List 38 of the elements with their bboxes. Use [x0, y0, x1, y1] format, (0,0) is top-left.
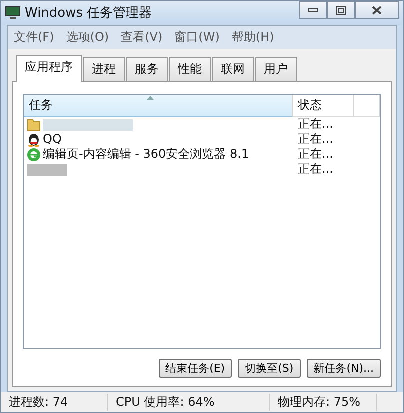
- header-filler: [354, 95, 380, 117]
- tab[interactable]: 服务: [126, 57, 168, 81]
- minimize-icon: [308, 7, 318, 13]
- sort-arrow-icon: [147, 96, 154, 100]
- menu-item[interactable]: 窗口(W): [174, 29, 220, 46]
- menu-item[interactable]: 帮助(H): [232, 29, 274, 46]
- close-button[interactable]: [355, 1, 399, 19]
- action-button[interactable]: 切换至(S): [238, 359, 301, 378]
- status-text: 进程数: 74: [1, 394, 108, 410]
- task-status: 正在...: [298, 132, 334, 147]
- blurred-block: [27, 164, 67, 176]
- status-text: CPU 使用率: 64%: [108, 394, 270, 410]
- monitor-icon: [5, 6, 21, 20]
- action-button[interactable]: 新任务(N)...: [306, 359, 381, 378]
- tab[interactable]: 用户: [255, 57, 297, 81]
- tab[interactable]: 性能: [169, 57, 211, 81]
- task-status: 正在...: [298, 147, 334, 162]
- maximize-icon: [336, 6, 346, 14]
- menu-item[interactable]: 文件(F): [14, 29, 54, 46]
- action-button[interactable]: 结束任务(E): [158, 359, 232, 378]
- browser-icon: [27, 148, 41, 162]
- task-name: QQ: [43, 132, 62, 147]
- task-status: 正在...: [298, 162, 334, 177]
- minimize-button[interactable]: [299, 1, 327, 19]
- column-header[interactable]: 任务: [24, 95, 293, 117]
- penguin-icon: [27, 132, 41, 146]
- tab[interactable]: 进程: [83, 57, 125, 81]
- menu-item[interactable]: 查看(V): [121, 29, 163, 46]
- status-text: 物理内存: 75%: [270, 394, 377, 410]
- window-title: Windows 任务管理器: [25, 5, 152, 22]
- maximize-button[interactable]: [327, 1, 355, 19]
- close-icon: [372, 6, 382, 14]
- tab[interactable]: 应用程序: [16, 55, 82, 82]
- menu-item[interactable]: 选项(O): [66, 29, 110, 46]
- task-name: 编辑页-内容编辑 - 360安全浏览器 8.1: [43, 147, 250, 162]
- tab[interactable]: 联网: [212, 57, 254, 81]
- column-header[interactable]: 状态: [293, 95, 354, 117]
- task-status: 正在...: [298, 117, 334, 132]
